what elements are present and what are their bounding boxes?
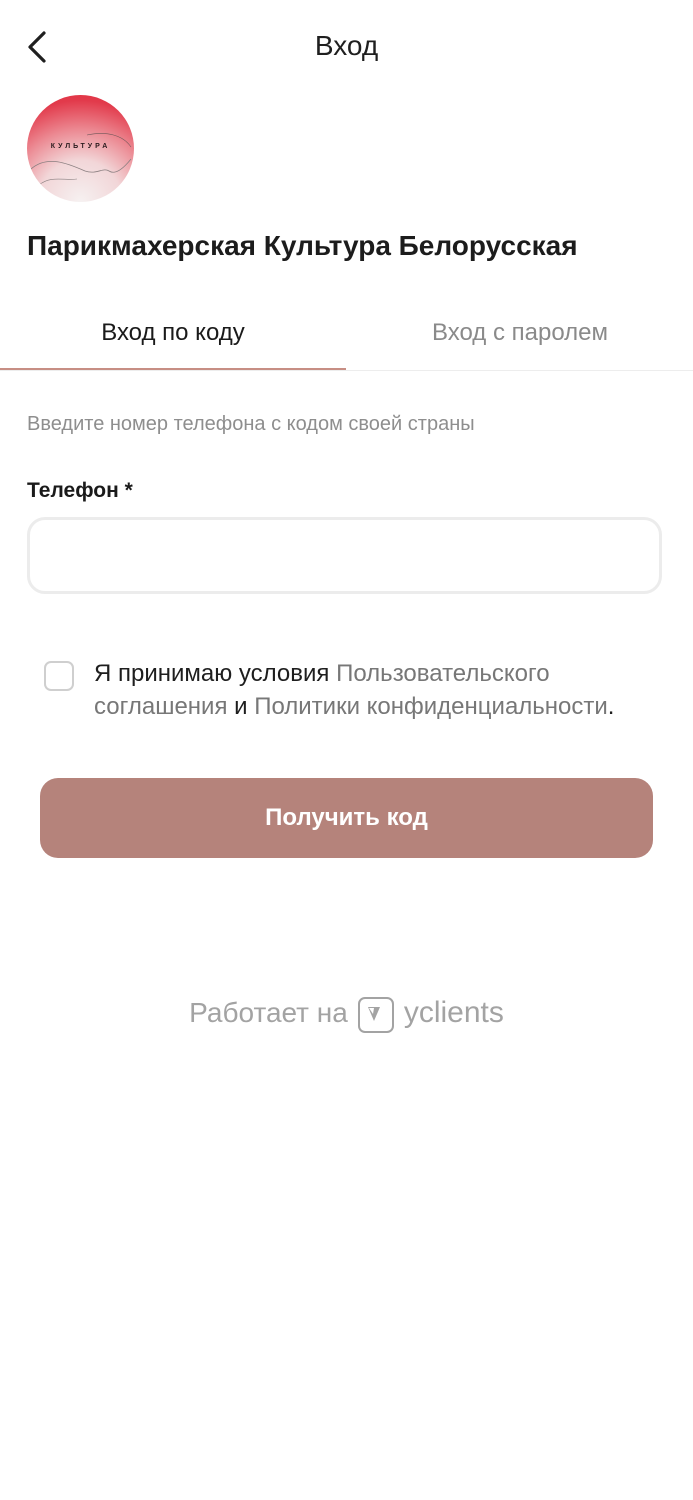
get-code-button[interactable]: Получить код — [40, 778, 653, 858]
consent-middle: и — [227, 693, 255, 720]
tab-login-by-code[interactable]: Вход по коду — [0, 300, 346, 370]
company-name: Парикмахерская Культура Белорусская — [27, 230, 578, 261]
header: Вход — [0, 0, 693, 94]
phone-input[interactable] — [27, 517, 662, 594]
consent-checkbox[interactable] — [44, 661, 74, 691]
privacy-policy-link[interactable]: Политики конфиденциальности — [254, 693, 608, 720]
powered-by: Работает на yclients — [0, 990, 693, 1036]
consent-text: Я принимаю условия Пользовательского сог… — [94, 657, 654, 723]
login-screen: Вход КУЛЬТУРА Парикмахерская Культура Бе… — [0, 0, 693, 1500]
tab-login-by-password[interactable]: Вход с паролем — [347, 300, 693, 368]
logo-text: КУЛЬТУРА — [50, 143, 111, 150]
consent-suffix: . — [607, 693, 615, 720]
consent-prefix: Я принимаю условия — [94, 660, 337, 687]
phone-label: Телефон * — [27, 479, 133, 502]
yclients-logo-icon — [357, 997, 394, 1033]
phone-hint: Введите номер телефона с кодом своей стр… — [27, 413, 475, 435]
company-logo: КУЛЬТУРА — [27, 95, 134, 202]
login-tabs: Вход по коду Вход с паролем — [0, 300, 693, 371]
powered-by-label: Работает на — [189, 997, 348, 1028]
page-title: Вход — [314, 30, 379, 61]
yclients-brand-text[interactable]: yclients — [404, 990, 504, 1036]
